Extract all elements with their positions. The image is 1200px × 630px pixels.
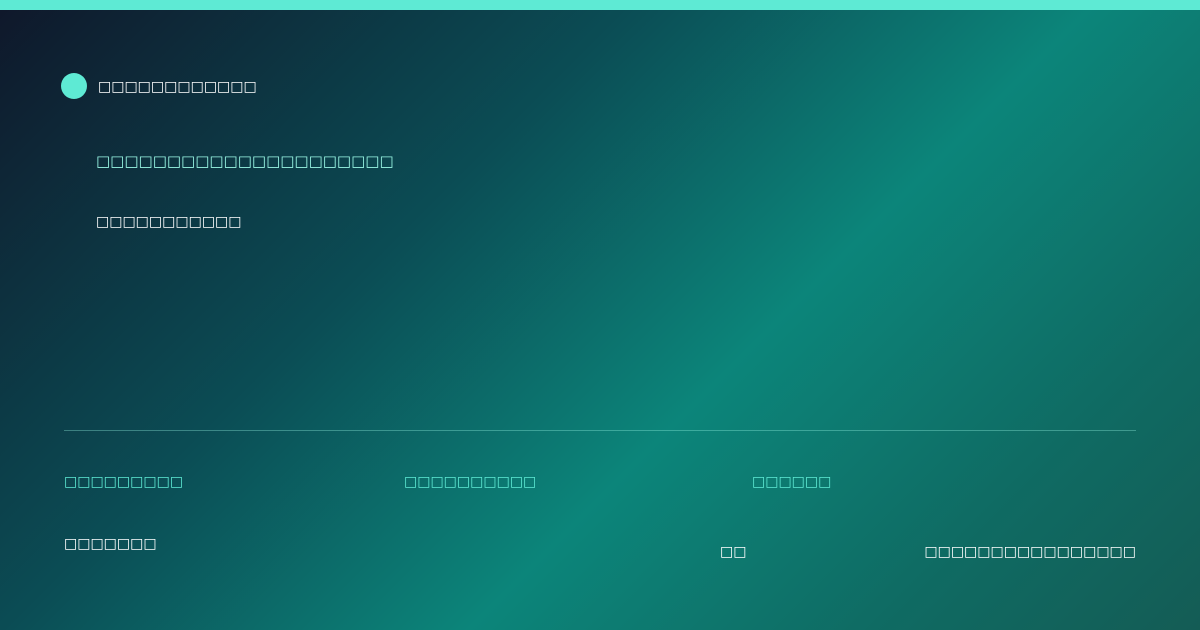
brand-logo-dot (61, 73, 87, 99)
brand-name: □□□□□□□□□□□□ (98, 79, 257, 95)
footer-label-1: □□□□□□□□□ (64, 474, 184, 490)
hero-subline: □□□□□□□□□□□ (96, 214, 242, 230)
top-accent-bar (0, 0, 1200, 10)
footer-right-text: □□□□□□□□□□□□□□□□ (924, 544, 1136, 560)
footer-label-3: □□□□□□ (752, 474, 832, 490)
footer-label-2: □□□□□□□□□□ (404, 474, 537, 490)
footer-divider (64, 430, 1136, 431)
footer-short-text: □□ (720, 544, 747, 560)
hero-headline: □□□□□□□□□□□□□□□□□□□□□ (96, 152, 394, 170)
footer-value: □□□□□□□ (64, 536, 157, 552)
